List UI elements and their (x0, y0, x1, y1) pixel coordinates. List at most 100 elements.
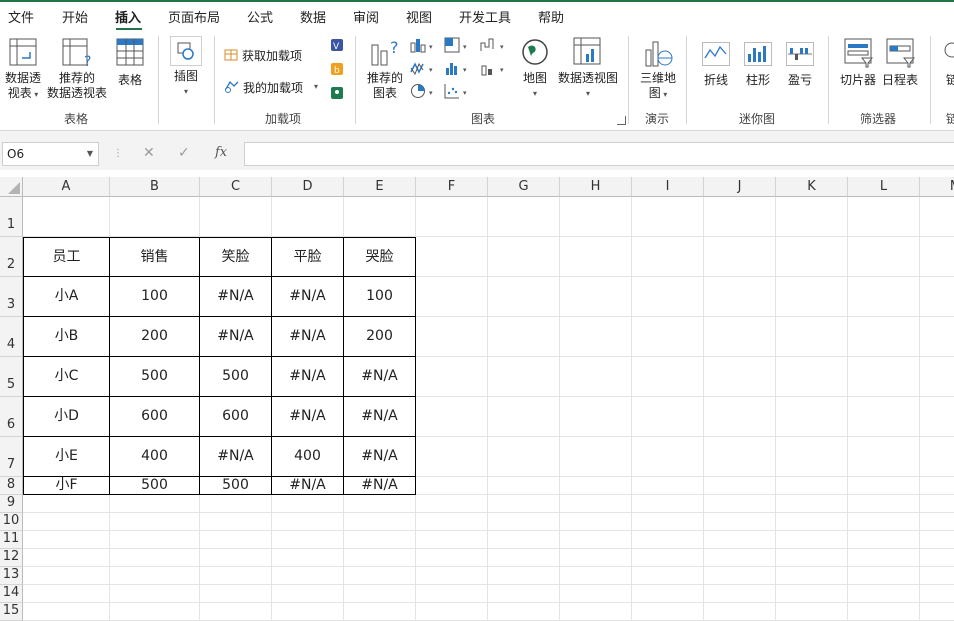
table-cell[interactable]: #N/A (344, 477, 416, 495)
column-header-E[interactable]: E (344, 177, 416, 197)
recommended-charts-button[interactable]: 推荐的 图表 (364, 71, 406, 101)
row-header-8[interactable]: 8 (0, 477, 23, 495)
table-cell[interactable]: #N/A (272, 397, 344, 437)
row-header-10[interactable]: 10 (0, 513, 23, 531)
table-cell[interactable]: #N/A (272, 477, 344, 495)
tab-formulas[interactable]: 公式 (247, 7, 273, 26)
table-button[interactable]: 表格 (118, 71, 142, 88)
column-header-C[interactable]: C (200, 177, 272, 197)
table-cell[interactable]: 600 (110, 397, 200, 437)
column-header-A[interactable]: A (23, 177, 110, 197)
table-cell[interactable]: 200 (344, 317, 416, 357)
column-header-J[interactable]: J (704, 177, 776, 197)
tab-file[interactable]: 文件 (8, 7, 34, 26)
column-header-I[interactable]: I (632, 177, 704, 197)
row-header-4[interactable]: 4 (0, 317, 23, 357)
pivot-chart-button[interactable]: 数据透视图 ▾ (556, 71, 620, 101)
get-addins-button[interactable]: 获取加载项 (242, 47, 302, 64)
table-cell[interactable]: 500 (110, 357, 200, 397)
map-chart-button[interactable]: 地图 ▾ (516, 71, 554, 101)
my-addins-button[interactable]: 我的加载项 (243, 79, 303, 96)
tab-review[interactable]: 审阅 (353, 7, 379, 26)
table-header-cell[interactable]: 哭脸 (344, 237, 416, 277)
table-cell[interactable]: #N/A (272, 277, 344, 317)
table-header-cell[interactable]: 平脸 (272, 237, 344, 277)
table-cell[interactable]: #N/A (200, 277, 272, 317)
slicer-button[interactable]: 切片器 (840, 71, 876, 88)
tab-developer[interactable]: 开发工具 (459, 7, 511, 26)
table-cell[interactable]: #N/A (344, 357, 416, 397)
sparkline-column-button[interactable]: 柱形 (746, 71, 770, 88)
row-header-1[interactable]: 1 (0, 197, 23, 237)
table-cell[interactable]: #N/A (272, 357, 344, 397)
enter-icon[interactable]: ✓ (178, 145, 190, 161)
charts-dialog-launcher-icon[interactable] (617, 116, 626, 125)
name-box-dropdown-icon[interactable]: ▼ (87, 143, 93, 165)
column-header-H[interactable]: H (560, 177, 632, 197)
table-cell[interactable]: 200 (110, 317, 200, 357)
recommended-pivot-button[interactable]: 推荐的 数据透视表 (46, 71, 108, 101)
table-cell[interactable]: 小F (23, 477, 110, 495)
table-cell[interactable]: 100 (344, 277, 416, 317)
table-cell[interactable]: 600 (200, 397, 272, 437)
visio-icon[interactable]: V (330, 38, 344, 52)
tab-page-layout[interactable]: 页面布局 (168, 7, 220, 26)
row-header-14[interactable]: 14 (0, 585, 23, 603)
row-header-13[interactable]: 13 (0, 567, 23, 585)
row-header-5[interactable]: 5 (0, 357, 23, 397)
table-cell[interactable]: #N/A (200, 437, 272, 477)
column-chart-icon[interactable]: ▾ (410, 37, 438, 53)
cancel-icon[interactable]: ✕ (143, 145, 155, 161)
timeline-button[interactable]: 日程表 (882, 71, 918, 88)
column-header-M[interactable]: M (920, 177, 954, 197)
row-header-2[interactable]: 2 (0, 237, 23, 277)
people-graph-icon[interactable] (330, 86, 344, 100)
table-cell[interactable]: 500 (200, 357, 272, 397)
row-header-11[interactable]: 11 (0, 531, 23, 549)
sparkline-line-button[interactable]: 折线 (704, 71, 728, 88)
statistic-chart-icon[interactable]: ▾ (444, 60, 474, 76)
tab-home[interactable]: 开始 (62, 7, 88, 26)
scatter-chart-icon[interactable]: ▾ (444, 83, 474, 99)
hierarchy-chart-icon[interactable]: ▾ (444, 37, 474, 53)
column-header-B[interactable]: B (110, 177, 200, 197)
illustrations-button[interactable]: 插图 ▾ (166, 69, 206, 99)
table-header-cell[interactable]: 销售 (110, 237, 200, 277)
waterfall-chart-icon[interactable]: ▾ (480, 37, 510, 53)
column-header-G[interactable]: G (488, 177, 560, 197)
table-cell[interactable]: 小A (23, 277, 110, 317)
row-header-6[interactable]: 6 (0, 397, 23, 437)
row-header-7[interactable]: 7 (0, 437, 23, 477)
tab-data[interactable]: 数据 (300, 7, 326, 26)
table-cell[interactable]: #N/A (272, 317, 344, 357)
row-header-15[interactable]: 15 (0, 603, 23, 621)
table-cell[interactable]: 500 (110, 477, 200, 495)
table-cell[interactable]: 小B (23, 317, 110, 357)
column-header-F[interactable]: F (416, 177, 488, 197)
table-cell[interactable]: 100 (110, 277, 200, 317)
table-header-cell[interactable]: 笑脸 (200, 237, 272, 277)
table-cell[interactable]: 小E (23, 437, 110, 477)
sparkline-winloss-button[interactable]: 盈亏 (788, 71, 812, 88)
table-cell[interactable]: 小C (23, 357, 110, 397)
table-cell[interactable]: 400 (110, 437, 200, 477)
table-header-cell[interactable]: 员工 (23, 237, 110, 277)
my-addins-dropdown-icon[interactable]: ▾ (314, 82, 318, 91)
tab-help[interactable]: 帮助 (538, 7, 564, 26)
tab-view[interactable]: 视图 (406, 7, 432, 26)
table-cell[interactable]: 400 (272, 437, 344, 477)
pie-chart-icon[interactable]: ▾ (410, 83, 438, 99)
row-header-3[interactable]: 3 (0, 277, 23, 317)
3d-map-button[interactable]: 三维地 图 ▾ (636, 71, 680, 102)
combo-chart-icon[interactable]: ▾ (480, 60, 510, 76)
table-cell[interactable]: #N/A (200, 317, 272, 357)
line-chart-icon[interactable]: ▾ (410, 60, 438, 76)
link-button-partial[interactable]: 链 (946, 71, 954, 88)
table-cell[interactable]: #N/A (344, 437, 416, 477)
table-cell[interactable]: #N/A (344, 397, 416, 437)
select-all-corner[interactable] (0, 177, 23, 197)
column-header-D[interactable]: D (272, 177, 344, 197)
name-box[interactable]: O6 ▼ (2, 142, 99, 166)
bing-icon[interactable]: b (330, 62, 344, 76)
table-cell[interactable]: 500 (200, 477, 272, 495)
